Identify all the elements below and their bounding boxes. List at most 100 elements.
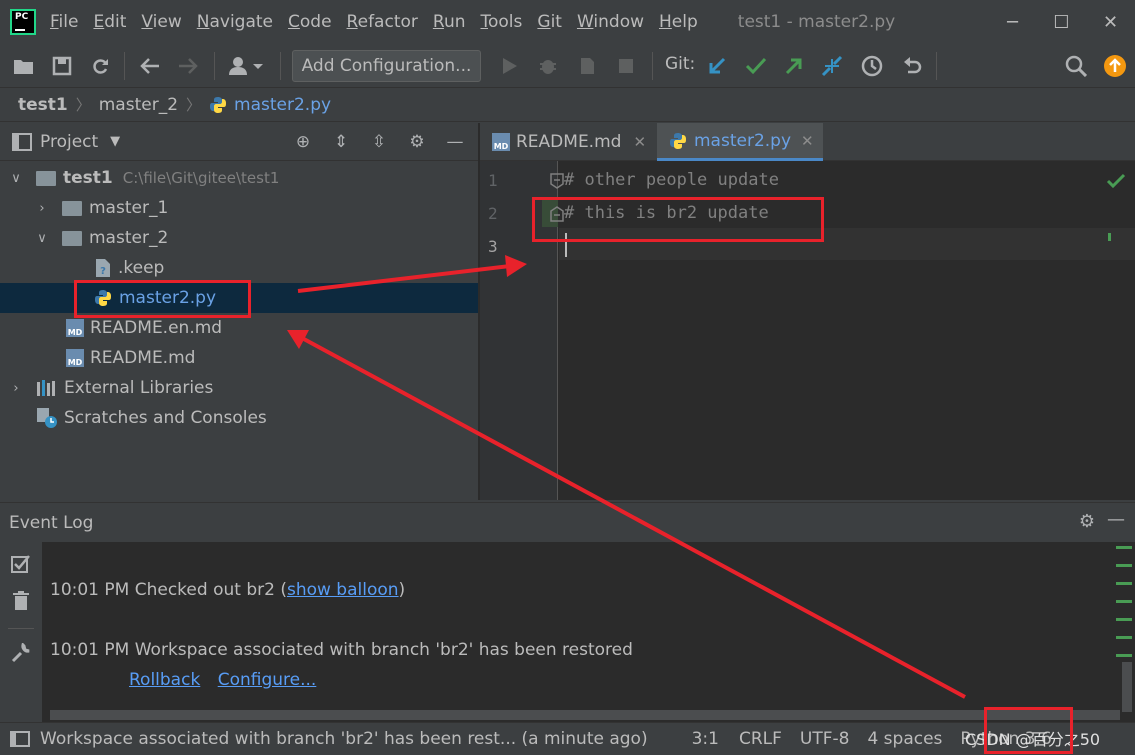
horizontal-scrollbar[interactable] [50,710,1120,720]
markdown-file-icon: MD [492,133,510,151]
coverage-icon[interactable] [576,54,600,78]
tree-item-master-2[interactable]: ∨ master_2 [0,223,478,253]
close-tab-icon[interactable]: ✕ [633,133,646,151]
caret-position[interactable]: 3:1 [692,729,719,749]
breadcrumb-project[interactable]: test1 [18,95,68,115]
python-file-icon [670,132,686,149]
tree-item-external-libraries[interactable]: › External Libraries [0,373,478,403]
menu-tools[interactable]: Tools [481,12,523,32]
tree-item-readme[interactable]: MD README.md [0,343,478,373]
back-arrow-icon[interactable] [138,54,162,78]
toggle-tool-windows-icon[interactable] [10,731,30,747]
pycharm-logo-icon: PC [10,9,36,35]
tree-item-master-1[interactable]: › master_1 [0,193,478,223]
menu-file[interactable]: File [50,12,78,32]
chevron-down-icon[interactable]: ▼ [110,134,120,149]
folder-icon [36,170,56,186]
menu-window[interactable]: Window [577,12,644,32]
tree-item-test1[interactable]: ∨ test1 C:\file\Git\gitee\test1 [0,163,478,193]
menu-view[interactable]: View [141,12,181,32]
markdown-file-icon: MD [66,349,84,367]
window-controls: ─ ☐ ✕ [988,0,1135,44]
git-commit-icon[interactable] [744,54,768,78]
chevron-down-icon[interactable]: ∨ [34,231,50,246]
breadcrumb-file[interactable]: master2.py [209,95,331,115]
menu-navigate[interactable]: Navigate [197,12,273,32]
close-window-button[interactable]: ✕ [1086,0,1135,44]
code-line-1: # other people update [564,170,779,190]
indent-setting[interactable]: 4 spaces [867,729,942,749]
wrench-icon[interactable] [11,643,31,663]
vertical-scrollbar[interactable] [1122,662,1132,712]
mark-read-checkbox-icon[interactable] [11,554,31,574]
fold-marker-icon[interactable] [550,173,564,189]
rollback-link[interactable]: Rollback [129,670,200,690]
locate-target-icon[interactable]: ⊕ [290,129,316,155]
forward-arrow-icon[interactable] [176,54,200,78]
sync-icon[interactable] [88,54,112,78]
collapse-all-icon[interactable]: ⇳ [366,129,392,155]
tree-item-scratches[interactable]: Scratches and Consoles [0,403,478,433]
minimize-button[interactable]: ─ [988,0,1037,44]
close-tab-icon[interactable]: ✕ [801,132,814,150]
tab-readme[interactable]: MD README.md ✕ [480,123,656,161]
svg-text:?: ? [100,266,106,277]
status-message[interactable]: Workspace associated with branch 'br2' h… [40,729,648,749]
add-configuration-button[interactable]: Add Configuration... [292,50,481,82]
rollback-icon[interactable] [900,54,924,78]
update-available-icon[interactable] [1103,54,1127,78]
chevron-right-icon[interactable]: › [34,201,50,216]
file-encoding[interactable]: UTF-8 [800,729,850,749]
event-entry-checkout: 10:01 PM Checked out br2 (show balloon) [50,580,406,600]
tree-item-keep[interactable]: ? .keep [0,253,478,283]
tab-master2-py[interactable]: master2.py ✕ [657,123,823,161]
unknown-file-icon: ? [96,259,110,277]
user-dropdown-icon[interactable] [226,54,266,78]
folder-icon [62,230,82,246]
markdown-file-icon: MD [66,319,84,337]
menu-run[interactable]: Run [433,12,466,32]
chevron-down-icon[interactable]: ∨ [8,171,24,186]
git-compare-icon[interactable] [820,54,844,78]
history-clock-icon[interactable] [860,54,884,78]
trash-icon[interactable] [12,591,30,611]
panel-layout-icon [12,132,32,151]
project-panel-title[interactable]: Project [40,132,98,152]
git-push-icon[interactable] [782,54,806,78]
menu-code[interactable]: Code [288,12,332,32]
run-icon[interactable] [498,54,522,78]
breadcrumb-folder[interactable]: master_2 [99,95,178,115]
stop-icon[interactable] [614,54,638,78]
event-log-sidebar [0,542,42,722]
configure-link[interactable]: Configure... [218,670,317,690]
line-separator[interactable]: CRLF [739,729,782,749]
editor-tab-bar: MD README.md ✕ master2.py ✕ [480,123,1135,161]
menu-refactor[interactable]: Refactor [347,12,418,32]
library-icon [37,380,55,396]
menu-git[interactable]: Git [537,12,562,32]
save-icon[interactable] [50,54,74,78]
annotation-box-branch [984,707,1073,754]
expand-all-icon[interactable]: ⇕ [328,129,354,155]
hide-panel-icon[interactable]: — [1107,509,1125,530]
chevron-right-icon[interactable]: › [8,381,24,396]
debug-icon[interactable] [536,54,560,78]
menu-help[interactable]: Help [659,12,698,32]
menu-items: File Edit View Navigate Code Refactor Run Tools… [50,12,713,32]
main-toolbar: Add Configuration... Git: [0,44,1135,88]
folder-icon [62,200,82,216]
gear-icon[interactable]: ⚙ [1079,511,1095,532]
open-folder-icon[interactable] [12,54,36,78]
menu-bar: PC File Edit View Navigate Code Refactor Run To… [0,0,1135,44]
gear-icon[interactable]: ⚙ [404,129,430,155]
search-icon[interactable] [1064,54,1088,78]
annotation-box-code [532,197,824,242]
maximize-button[interactable]: ☐ [1037,0,1086,44]
show-balloon-link[interactable]: show balloon [287,580,399,600]
menu-edit[interactable]: Edit [93,12,126,32]
project-panel-header: Project ▼ ⊕ ⇕ ⇳ ⚙ — [0,123,478,161]
event-actions: Rollback Configure... [129,670,316,690]
annotation-box-file [74,280,251,318]
hide-panel-icon[interactable]: — [442,129,468,155]
git-update-icon[interactable] [705,54,729,78]
